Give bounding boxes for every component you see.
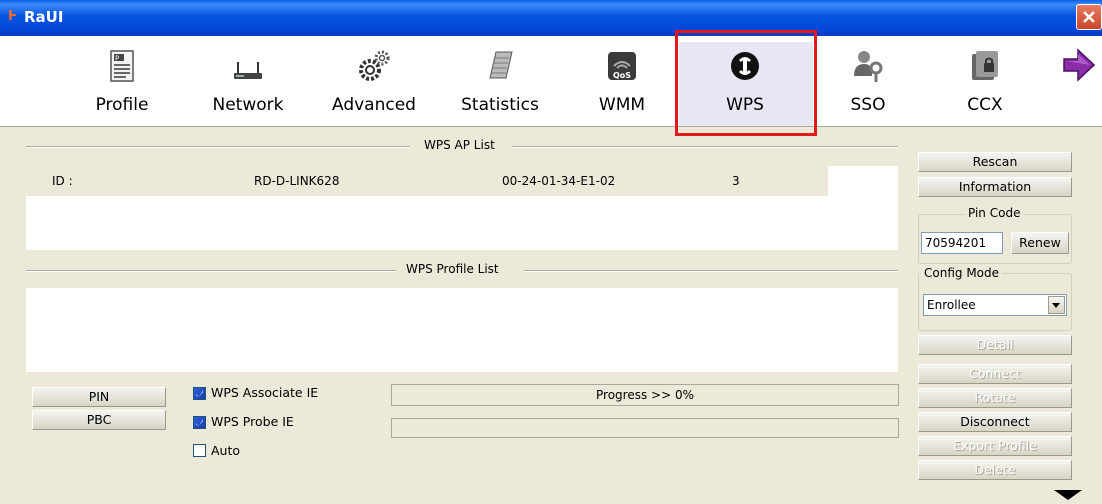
wps-associate-ie-checkbox[interactable] xyxy=(193,387,206,400)
disconnect-button[interactable]: Disconnect xyxy=(918,412,1072,432)
ccx-icon xyxy=(972,51,998,80)
wps-ap-list-title: WPS AP List xyxy=(424,138,495,152)
divider xyxy=(26,146,410,148)
ap-bssid: 00-24-01-34-E1-02 xyxy=(502,174,616,188)
tab-wmm-label: WMM xyxy=(598,95,646,115)
information-button[interactable]: Information xyxy=(918,177,1072,197)
connect-button[interactable]: Connect xyxy=(918,364,1072,384)
tab-profile-label: Profile xyxy=(95,95,149,115)
divider xyxy=(512,146,898,148)
pbc-button[interactable]: PBC xyxy=(32,410,166,430)
toolbar: P Profile Network Advanced Statistics Qo… xyxy=(0,36,1102,127)
wmm-icon: QoS xyxy=(608,52,636,80)
pin-code-group: Pin Code 70594201 Renew xyxy=(918,206,1072,264)
tab-advanced-label: Advanced xyxy=(332,95,416,115)
sso-icon xyxy=(854,51,883,82)
profile-icon: P xyxy=(110,50,134,82)
tab-advanced[interactable]: Advanced xyxy=(326,36,422,126)
ap-channel: 3 xyxy=(732,174,740,188)
ap-id-label: ID : xyxy=(52,174,73,188)
tab-network-label: Network xyxy=(212,95,284,115)
renew-button[interactable]: Renew xyxy=(1011,232,1069,254)
export-profile-button[interactable]: Export Profile xyxy=(918,436,1072,456)
ap-ssid: RD-D-LINK628 xyxy=(254,174,340,188)
wps-profile-list[interactable] xyxy=(26,288,898,372)
pin-code-title: Pin Code xyxy=(965,206,1024,220)
progress-bar xyxy=(391,418,899,438)
tab-ccx[interactable]: CCX xyxy=(960,36,1010,126)
dropdown-button[interactable] xyxy=(1048,296,1065,314)
qos-text: QoS xyxy=(613,71,631,80)
tab-ccx-label: CCX xyxy=(967,95,1003,115)
divider xyxy=(524,270,898,272)
app-logo-icon: Ⱶ xyxy=(8,9,18,24)
auto-label: Auto xyxy=(211,443,241,458)
expand-down-icon[interactable] xyxy=(1052,488,1084,502)
advanced-icon xyxy=(359,50,390,81)
config-mode-select[interactable]: Enrollee xyxy=(923,294,1067,316)
delete-button[interactable]: Delete xyxy=(918,460,1072,480)
wps-associate-ie-label: WPS Associate IE xyxy=(211,385,319,400)
pin-code-field[interactable]: 70594201 xyxy=(921,232,1003,254)
wps-ap-list[interactable]: ID : RD-D-LINK628 00-24-01-34-E1-02 3 xyxy=(26,166,898,250)
arrow-right-icon[interactable] xyxy=(1060,46,1098,84)
wps-profile-list-title: WPS Profile List xyxy=(406,262,499,276)
auto-checkbox[interactable] xyxy=(193,444,206,457)
ap-row[interactable]: ID : RD-D-LINK628 00-24-01-34-E1-02 3 xyxy=(26,166,828,196)
config-mode-value: Enrollee xyxy=(927,298,976,312)
config-mode-group: Config Mode Enrollee xyxy=(918,266,1072,331)
close-icon xyxy=(1083,11,1095,23)
wps-probe-ie-checkbox[interactable] xyxy=(193,416,206,429)
tab-statistics[interactable]: Statistics xyxy=(452,36,548,126)
window-title: RaUI xyxy=(24,8,64,26)
rescan-button[interactable]: Rescan xyxy=(918,152,1072,172)
tab-wmm[interactable]: QoS WMM xyxy=(592,36,652,126)
svg-text:P: P xyxy=(115,55,119,63)
detail-button[interactable]: Detail xyxy=(918,335,1072,355)
title-bar[interactable]: Ⱶ RaUI xyxy=(0,0,1102,36)
tab-sso[interactable]: SSO xyxy=(840,36,896,126)
network-icon xyxy=(234,62,262,79)
divider xyxy=(26,270,396,272)
raui-window: Ⱶ RaUI P Profile Network Advanced Statis… xyxy=(0,0,1102,504)
statistics-icon xyxy=(489,51,513,79)
tab-sso-label: SSO xyxy=(850,95,886,115)
tab-network[interactable]: Network xyxy=(205,36,291,126)
close-button[interactable] xyxy=(1076,4,1102,30)
wps-tab-highlight xyxy=(675,30,817,136)
chevron-down-icon xyxy=(1052,303,1060,308)
rotate-button[interactable]: Rotate xyxy=(918,388,1072,408)
tab-statistics-label: Statistics xyxy=(461,95,539,115)
progress-text: Progress >> 0% xyxy=(391,384,899,406)
config-mode-title: Config Mode xyxy=(921,266,1003,280)
pin-button[interactable]: PIN xyxy=(32,387,166,407)
wps-probe-ie-label: WPS Probe IE xyxy=(211,414,294,429)
tab-profile[interactable]: P Profile xyxy=(90,36,154,126)
